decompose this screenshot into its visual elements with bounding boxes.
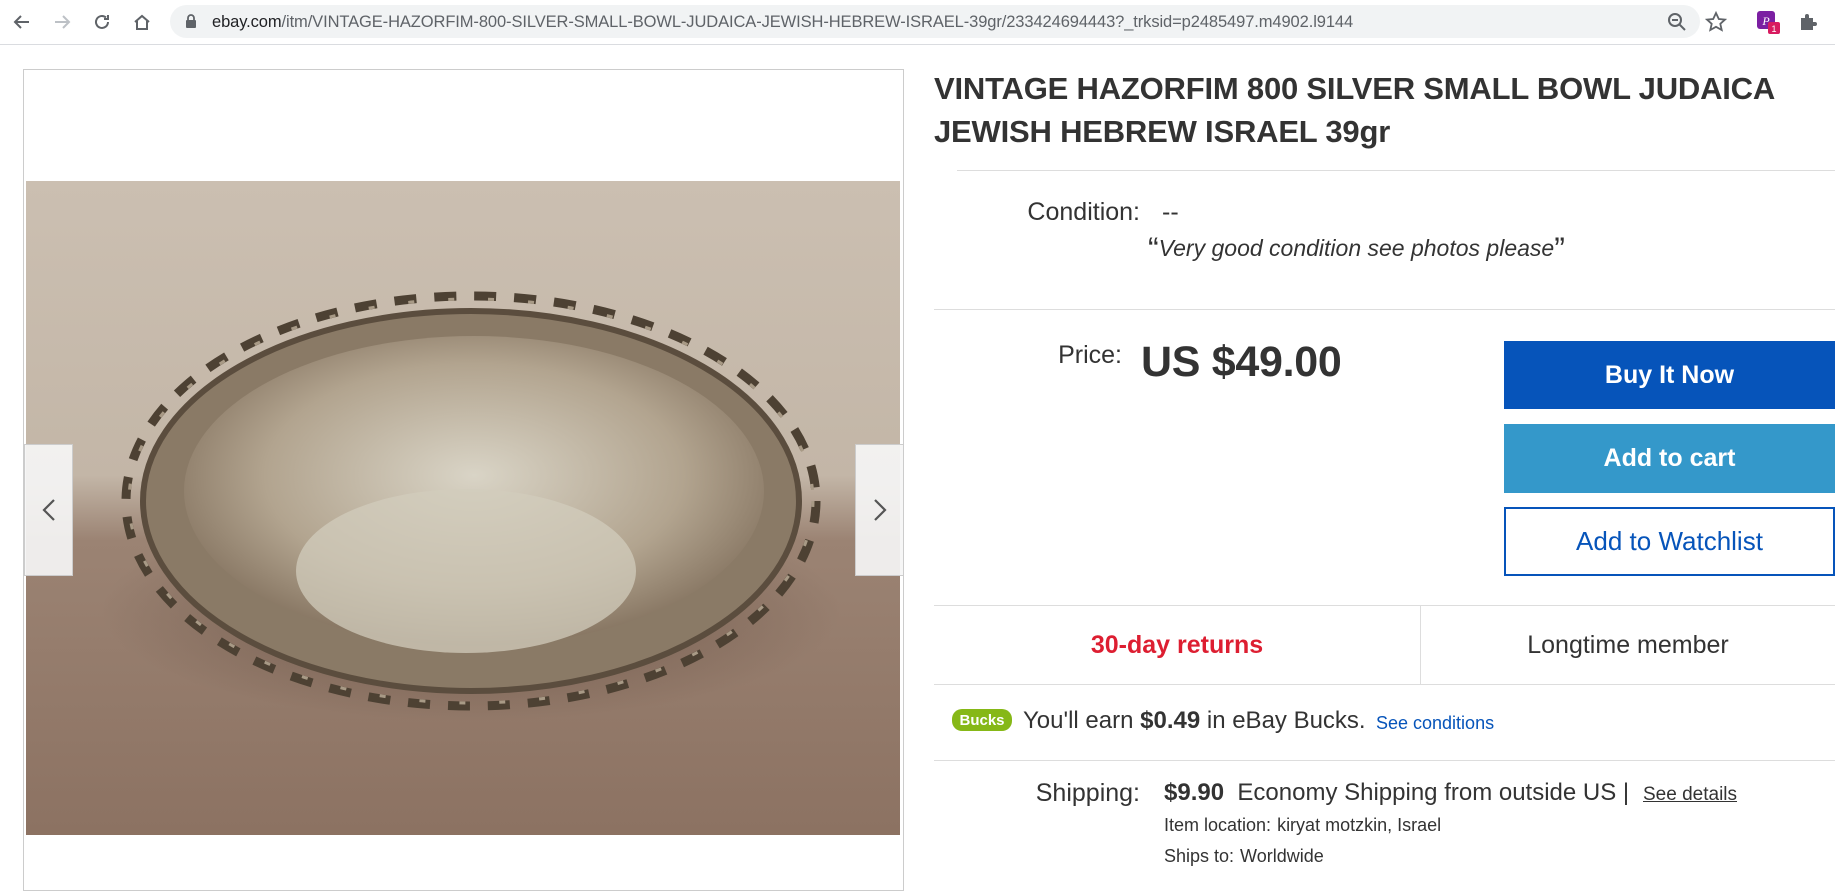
gallery-prev-button[interactable] xyxy=(24,444,73,576)
divider xyxy=(934,760,1835,761)
forward-icon[interactable] xyxy=(47,7,77,37)
returns-badge: 30-day returns xyxy=(1090,630,1264,659)
ebay-bucks-logo: Bucks xyxy=(952,709,1012,731)
see-conditions-link[interactable]: See conditions xyxy=(1376,713,1494,734)
address-bar[interactable]: ebay.com/itm/VINTAGE-HAZORFIM-800-SILVER… xyxy=(170,5,1727,38)
back-icon[interactable] xyxy=(7,7,37,37)
extensions-puzzle-icon[interactable] xyxy=(1797,10,1821,34)
product-photo[interactable] xyxy=(26,181,900,835)
add-to-cart-button[interactable]: Add to cart xyxy=(1504,424,1835,493)
chevron-right-icon xyxy=(873,499,887,521)
url-text: ebay.com/itm/VINTAGE-HAZORFIM-800-SILVER… xyxy=(212,13,1354,31)
item-location-label: Item location: xyxy=(1164,815,1272,835)
divider xyxy=(934,684,1835,685)
svg-text:1: 1 xyxy=(1771,24,1776,34)
lock-icon xyxy=(186,14,196,28)
zoom-icon[interactable] xyxy=(1666,11,1688,33)
divider xyxy=(934,309,1835,310)
ships-to-value: Worldwide xyxy=(1240,846,1324,866)
bookmark-star-icon[interactable] xyxy=(1705,11,1727,33)
condition-note: “Very good condition see photos please” xyxy=(1148,231,1565,267)
shipping-label: Shipping: xyxy=(1035,779,1140,807)
gallery-next-button[interactable] xyxy=(855,444,904,576)
shipping-value: $9.90 Economy Shipping from outside US | xyxy=(1164,779,1630,806)
ships-to-row: Ships to: Worldwide xyxy=(1164,846,1324,867)
see-details-link[interactable]: See details xyxy=(1643,784,1737,806)
item-location-row: Item location: kiryat motzkin, Israel xyxy=(1164,815,1441,836)
ebay-bucks-text: You'll earn $0.49 in eBay Bucks. xyxy=(1023,707,1366,734)
add-to-watchlist-button[interactable]: Add to Watchlist xyxy=(1504,507,1835,576)
chevron-left-icon xyxy=(41,499,55,521)
reload-icon[interactable] xyxy=(87,7,117,37)
item-title: VINTAGE HAZORFIM 800 SILVER SMALL BOWL J… xyxy=(934,71,1774,149)
svg-text:Bucks: Bucks xyxy=(959,712,1004,729)
extension-icon[interactable]: P1 xyxy=(1756,10,1780,34)
condition-value: -- xyxy=(1162,198,1179,226)
ships-to-label: Ships to: xyxy=(1164,846,1235,866)
divider xyxy=(957,170,1835,171)
price-value: US $49.00 xyxy=(1141,338,1342,386)
browser-toolbar: ebay.com/itm/VINTAGE-HAZORFIM-800-SILVER… xyxy=(0,0,1835,45)
image-gallery xyxy=(23,69,904,891)
home-icon[interactable] xyxy=(127,7,157,37)
condition-label: Condition: xyxy=(1027,198,1140,226)
buy-it-now-button[interactable]: Buy It Now xyxy=(1504,341,1835,409)
price-label: Price: xyxy=(1058,341,1122,369)
member-badge: Longtime member xyxy=(1527,630,1729,659)
item-location-value: kiryat motzkin, Israel xyxy=(1277,815,1442,835)
